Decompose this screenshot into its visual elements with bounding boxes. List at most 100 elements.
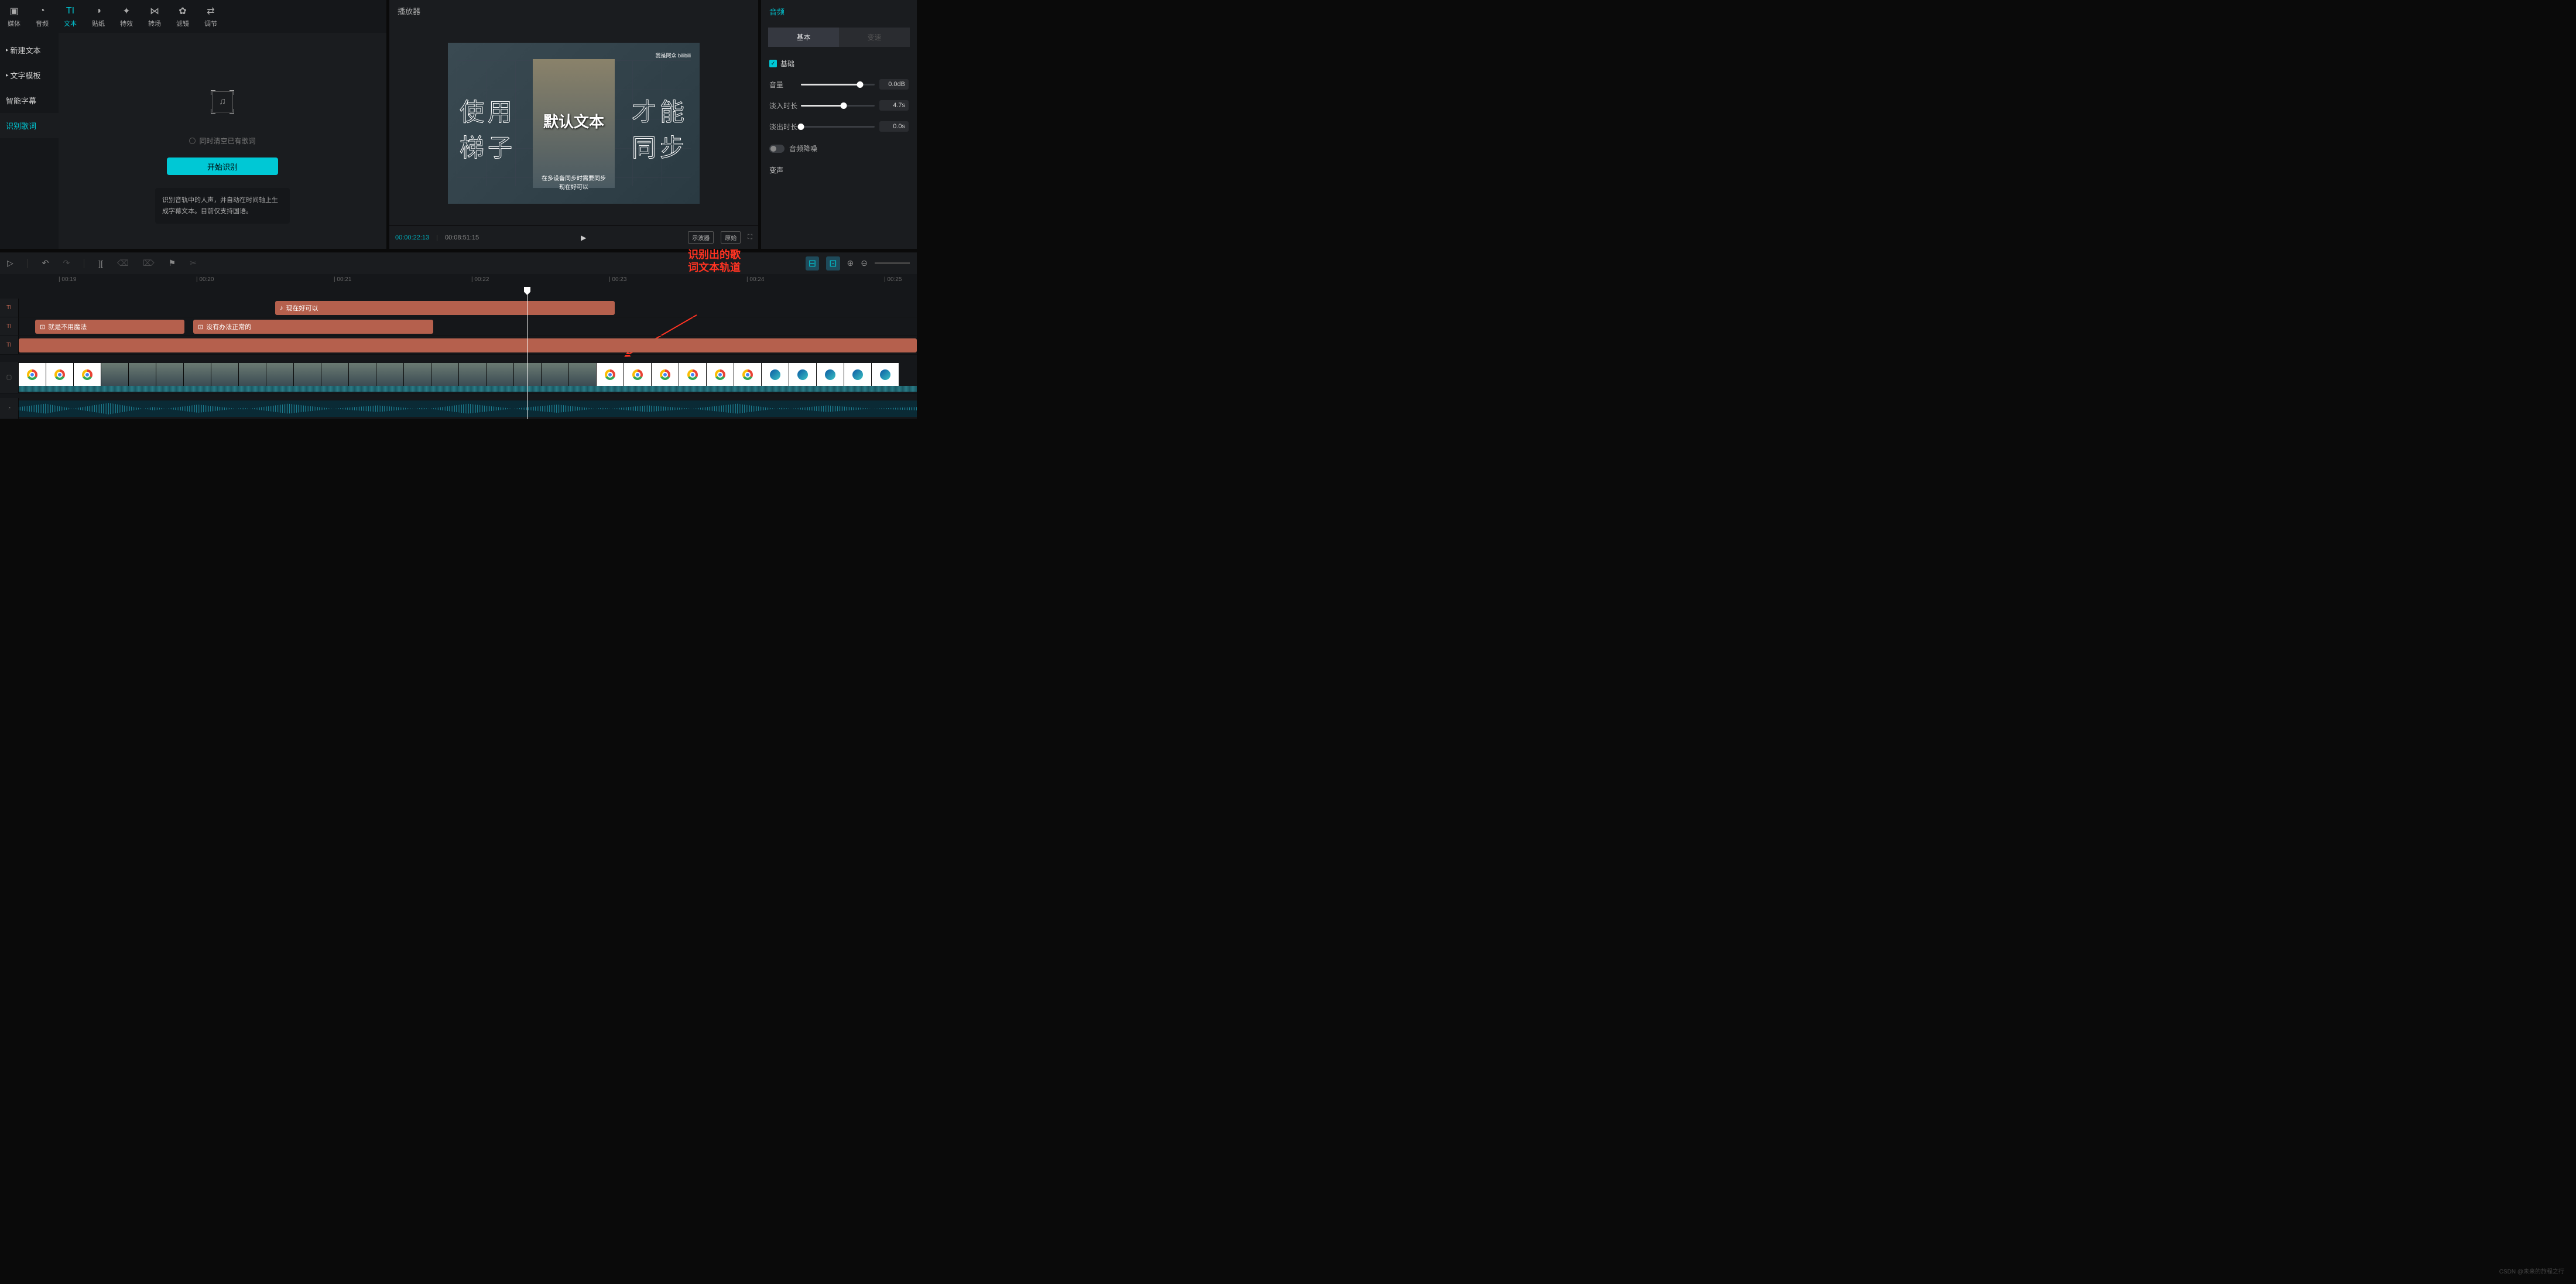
tab-media[interactable]: ▣媒体 [0,0,28,33]
radio-off-icon [189,138,196,144]
split-icon[interactable]: ]​[ [98,259,103,268]
page-watermark: CSDN @未来的旅程之行 [2499,1266,2564,1275]
recognize-panel: ♫ 同时清空已有歌词 开始识别 识别音轨中的人声，并自动在时间轴上生成字幕文本。… [59,33,386,249]
delete-right-icon[interactable]: ⌦ [143,258,155,268]
slider-label: 音量 [769,80,801,90]
timecode-current: 00:00:22:13 [395,234,429,241]
fadein-slider[interactable]: 淡入时长 4.7s [769,100,909,111]
tab-label: 调节 [204,19,217,28]
slider-value: 0.0dB [879,79,909,90]
slider-label: 淡出时长 [769,122,801,132]
inspector-panel: 音频 基本 变速 ✓ 基础 音量 0.0dB 淡入时长 4.7s 淡出时长 [761,0,917,249]
text-track-3[interactable]: TI [0,336,917,355]
overlay-text-right: 才能同步 [632,93,688,164]
undo-icon[interactable]: ↶ [42,258,49,268]
audio-icon: ◔ [36,5,48,17]
sidebar-label: 智能字幕 [6,95,36,106]
overlay-text-left: 使用梯子 [460,93,516,164]
sidebar-label: 新建文本 [11,44,41,56]
tab-filter[interactable]: ✿滤镜 [169,0,197,33]
crop-icon[interactable]: ✂ [190,258,197,268]
default-text-overlay[interactable]: 默认文本 [543,110,604,132]
chrome-icon [82,369,93,380]
video-audio-wave [19,386,917,392]
effect-icon: ✦ [121,5,132,17]
audio-waveform[interactable] [19,400,917,417]
video-watermark: 我是阿众 bilibili [655,52,691,59]
voice-change-section: 变声 [769,165,909,175]
fullscreen-icon[interactable]: ⛶ [748,234,752,241]
sidebar-item-text-template[interactable]: ▸文字模板 [0,63,59,88]
text-sidebar: ▸新建文本 ▸文字模板 智能字幕 识别歌词 [0,33,59,249]
text-track-icon: TI [0,317,19,335]
lyric-clip[interactable]: ⊡就是不用魔法 [35,320,184,334]
transition-icon: ⋈ [149,5,160,17]
audio-track[interactable]: ◔ [0,398,917,419]
zoom-out-icon[interactable]: ⊖ [861,258,868,268]
adjust-icon: ⇄ [205,5,217,17]
play-button[interactable]: ▶ [486,234,681,242]
tab-basic[interactable]: 基本 [768,28,839,47]
slider-value: 0.0s [879,121,909,132]
edge-icon [825,369,835,380]
original-button[interactable]: 原始 [721,231,741,244]
tab-effect[interactable]: ✦ 特效 [112,0,141,33]
start-recognize-button[interactable]: 开始识别 [167,157,278,175]
chrome-icon [605,369,615,380]
zoom-slider[interactable] [875,262,910,264]
tab-label: 转场 [148,19,161,28]
text-clip-full[interactable] [19,338,917,352]
tab-label: 文本 [64,19,77,28]
inspector-tabs: 基本 变速 [768,28,910,47]
chrome-icon [687,369,698,380]
volume-slider[interactable]: 音量 0.0dB [769,79,909,90]
delete-left-icon[interactable]: ⌫ [117,258,129,268]
marker-icon[interactable]: ⚑ [169,258,176,268]
link-icon[interactable]: ⊡ [826,256,840,271]
tab-audio[interactable]: ◔音频 [28,0,56,33]
sidebar-label: 文字模板 [11,70,41,81]
sidebar-item-smart-subtitle[interactable]: 智能字幕 [0,88,59,113]
tab-text[interactable]: TI 文本 [56,0,84,33]
edge-icon [770,369,780,380]
basic-checkbox[interactable]: ✓ 基础 [769,59,909,69]
checkbox-on-icon: ✓ [769,60,777,67]
edge-icon [797,369,808,380]
lyric-clip[interactable]: ♪现在好可以 [275,301,615,315]
clear-lyrics-checkbox[interactable]: 同时清空已有歌词 [189,136,255,146]
denoise-toggle[interactable]: 音频降噪 [769,143,909,153]
pointer-tool-icon[interactable]: ▷ [7,258,13,268]
edge-icon [852,369,863,380]
lyric-clip[interactable]: ⊡没有办法正常的 [193,320,433,334]
oscilloscope-button[interactable]: 示波器 [688,231,714,244]
video-track[interactable]: ▢ [0,362,917,393]
redo-icon[interactable]: ↷ [63,258,70,268]
chrome-icon [54,369,65,380]
sidebar-item-new-text[interactable]: ▸新建文本 [0,37,59,63]
chevron-right-icon: ▸ [6,47,9,53]
text-track-1[interactable]: TI ♪现在好可以 [0,299,917,317]
timeline-tracks: TI ♪现在好可以 TI ⊡就是不用魔法 ⊡没有办法正常的 TI ▢ [0,288,917,419]
chrome-icon [632,369,643,380]
chrome-icon [27,369,37,380]
timeline-ruler[interactable]: | 00:19 | 00:20 | 00:21 | 00:22 | 00:23 … [0,274,917,288]
text-track-2[interactable]: TI ⊡就是不用魔法 ⊡没有办法正常的 [0,317,917,336]
fadeout-slider[interactable]: 淡出时长 0.0s [769,121,909,132]
clip-label: 就是不用魔法 [48,322,87,331]
sidebar-item-recognize-lyrics[interactable]: 识别歌词 [0,113,59,138]
tab-speed[interactable]: 变速 [839,28,910,47]
chrome-icon [742,369,753,380]
filter-icon: ✿ [177,5,189,17]
tab-adjust[interactable]: ⇄ 调节 [197,0,225,33]
media-icon: ▣ [8,5,20,17]
text-icon: TI [64,5,76,17]
preview-icon[interactable]: ⊕ [847,258,854,268]
tab-sticker[interactable]: ◑贴纸 [84,0,112,33]
checkbox-label: 同时清空已有歌词 [199,136,255,146]
magnet-icon[interactable]: ⊟ [806,256,819,271]
tab-transition[interactable]: ⋈ 转场 [141,0,169,33]
tab-label: 特效 [120,19,133,28]
tab-label: 贴纸 [92,19,105,28]
video-preview[interactable]: 使用梯子 才能同步 默认文本 在多设备同步时需要同步现在好可以 我是阿众 bil… [389,21,758,225]
toggle-off-icon [769,145,785,153]
